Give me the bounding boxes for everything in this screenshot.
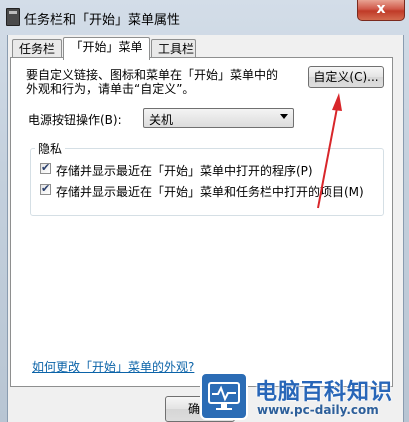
checkbox-label: 存储并显示最近在「开始」菜单和任务栏中打开的项目(M) xyxy=(56,185,364,199)
power-button-action-select[interactable]: 关机 xyxy=(143,108,294,128)
checkbox-box[interactable]: ✔ xyxy=(40,161,51,174)
properties-window: 任务栏和「开始」菜单属性 x 任务栏 「开始」菜单 工具栏 要自定义链接、图标和… xyxy=(0,0,409,422)
site-watermark: 电脑百科知识 www.pc-daily.com xyxy=(198,370,409,422)
window-title: 任务栏和「开始」菜单属性 xyxy=(24,13,181,28)
privacy-group xyxy=(30,148,384,216)
checkbox-box[interactable]: ✔ xyxy=(40,182,51,195)
title-bar[interactable]: 任务栏和「开始」菜单属性 x xyxy=(0,0,409,34)
power-button-action-value: 关机 xyxy=(149,113,174,127)
chevron-down-icon xyxy=(280,114,288,119)
checkmark-icon: ✔ xyxy=(41,161,51,174)
help-link-start-menu-appearance[interactable]: 如何更改「开始」菜单的外观? xyxy=(32,358,194,375)
close-button[interactable]: x xyxy=(357,0,405,21)
tab-start-menu[interactable]: 「开始」菜单 xyxy=(63,37,150,60)
tab-toolbars[interactable]: 工具栏 xyxy=(151,39,196,59)
power-button-action-label: 电源按钮操作(B): xyxy=(28,113,122,127)
monitor-logo-icon xyxy=(200,372,248,420)
checkmark-icon: ✔ xyxy=(41,182,51,195)
taskbar-app-icon xyxy=(6,8,20,26)
customize-button[interactable]: 自定义(C)... xyxy=(308,66,384,88)
watermark-url: www.pc-daily.com xyxy=(257,403,379,417)
start-menu-tab-panel xyxy=(10,57,393,387)
customize-description: 要自定义链接、图标和菜单在「开始」菜单中的 外观和行为，请单击“自定义”。 xyxy=(26,68,279,96)
monitor-pulse-icon xyxy=(208,382,240,410)
tab-taskbar[interactable]: 任务栏 xyxy=(12,39,62,59)
privacy-group-label: 隐私 xyxy=(35,140,66,157)
watermark-site-name: 电脑百科知识 xyxy=(255,380,394,405)
checkbox-label: 存储并显示最近在「开始」菜单中打开的程序(P) xyxy=(56,164,313,178)
